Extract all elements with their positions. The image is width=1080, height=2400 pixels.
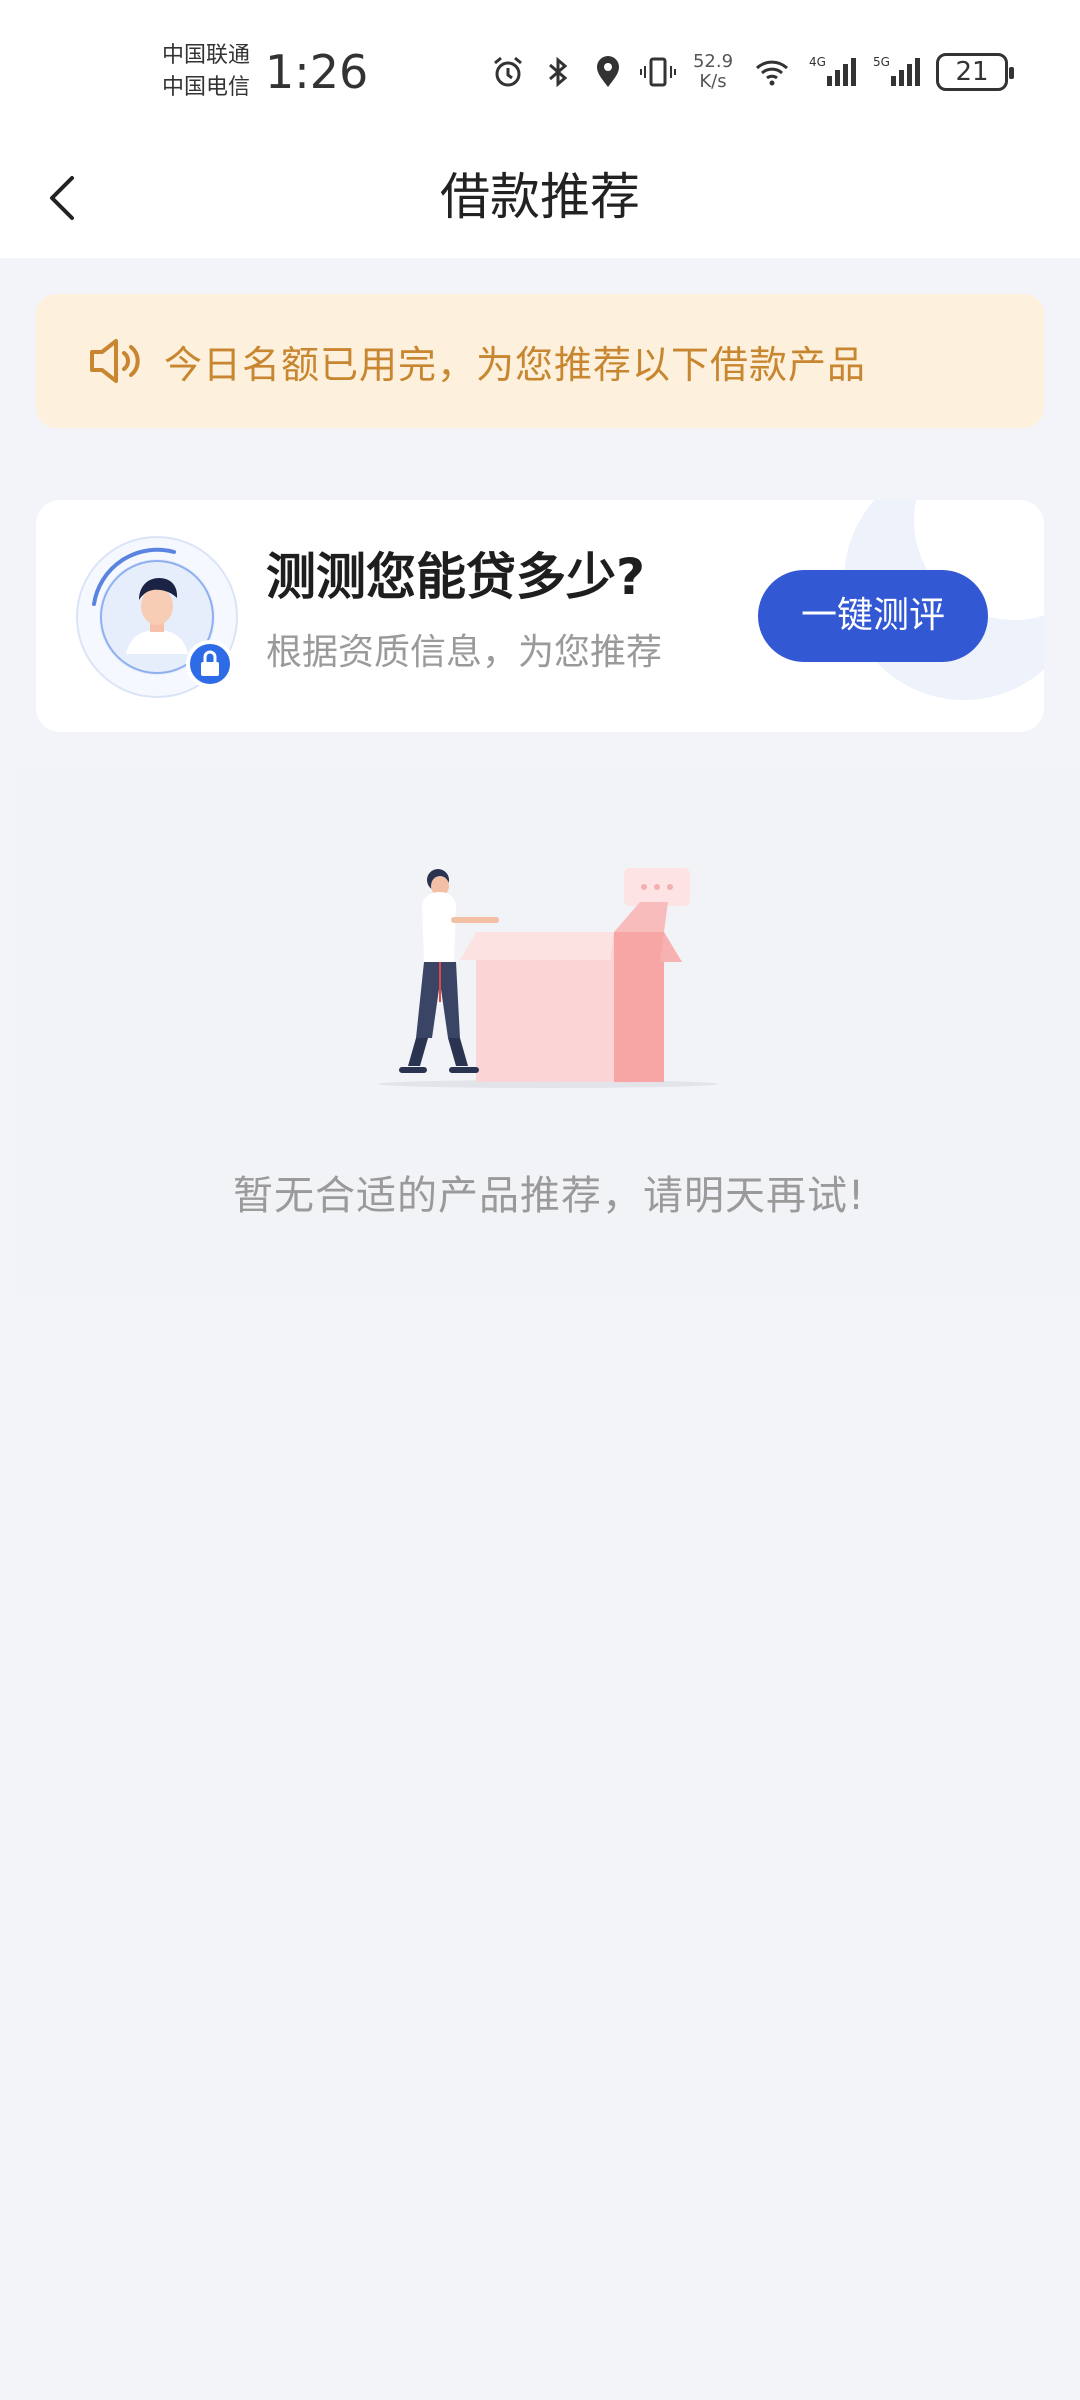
nav-bar: 借款推荐 <box>0 140 1080 258</box>
net-speed-unit: K/s <box>699 71 727 92</box>
alarm-icon <box>494 56 522 87</box>
wifi-icon <box>755 60 789 86</box>
card-subtitle: 根据资质信息，为您推荐 <box>266 632 663 673</box>
location-icon <box>597 56 619 87</box>
empty-state: 暂无合适的产品推荐，请明天再试! <box>18 766 1080 1301</box>
top-bar: 中国联通 中国电信 1:26 52.9 K/s 4G 5G 21 借款推荐 <box>0 0 1080 258</box>
carrier-1: 中国联通 <box>162 43 251 68</box>
signal-4g-icon: 4G <box>809 55 856 86</box>
loan-estimate-card[interactable]: 测测您能贷多少? 根据资质信息，为您推荐 一键测评 <box>36 500 1044 732</box>
avatar <box>76 536 238 698</box>
svg-text:5G: 5G <box>873 55 890 69</box>
net-speed-value: 52.9 <box>692 51 734 72</box>
net-speed: 52.9 K/s <box>690 52 736 92</box>
carrier-info: 中国联通 中国电信 <box>162 40 250 104</box>
svg-text:4G: 4G <box>809 55 826 69</box>
status-icons: 52.9 K/s 4G 5G 21 <box>490 46 1014 98</box>
empty-message: 暂无合适的产品推荐，请明天再试! <box>232 1173 866 1219</box>
carrier-2: 中国电信 <box>162 75 251 100</box>
status-bar: 中国联通 中国电信 1:26 52.9 K/s 4G 5G 21 <box>0 0 1080 140</box>
signal-5g-icon: 5G <box>873 55 920 86</box>
page-title: 借款推荐 <box>440 168 640 226</box>
bluetooth-icon <box>549 56 568 88</box>
one-click-evaluate-button[interactable]: 一键测评 <box>758 570 988 662</box>
battery-icon: 21 <box>936 53 1014 91</box>
notice-banner: 今日名额已用完，为您推荐以下借款产品 <box>36 294 1044 428</box>
vibrate-icon <box>640 57 676 87</box>
speaker-icon <box>90 339 140 383</box>
card-title: 测测您能贷多少? <box>266 548 646 606</box>
status-time: 1:26 <box>265 45 369 99</box>
empty-box-illustration <box>378 868 718 1088</box>
notice-text: 今日名额已用完，为您推荐以下借款产品 <box>164 342 867 387</box>
